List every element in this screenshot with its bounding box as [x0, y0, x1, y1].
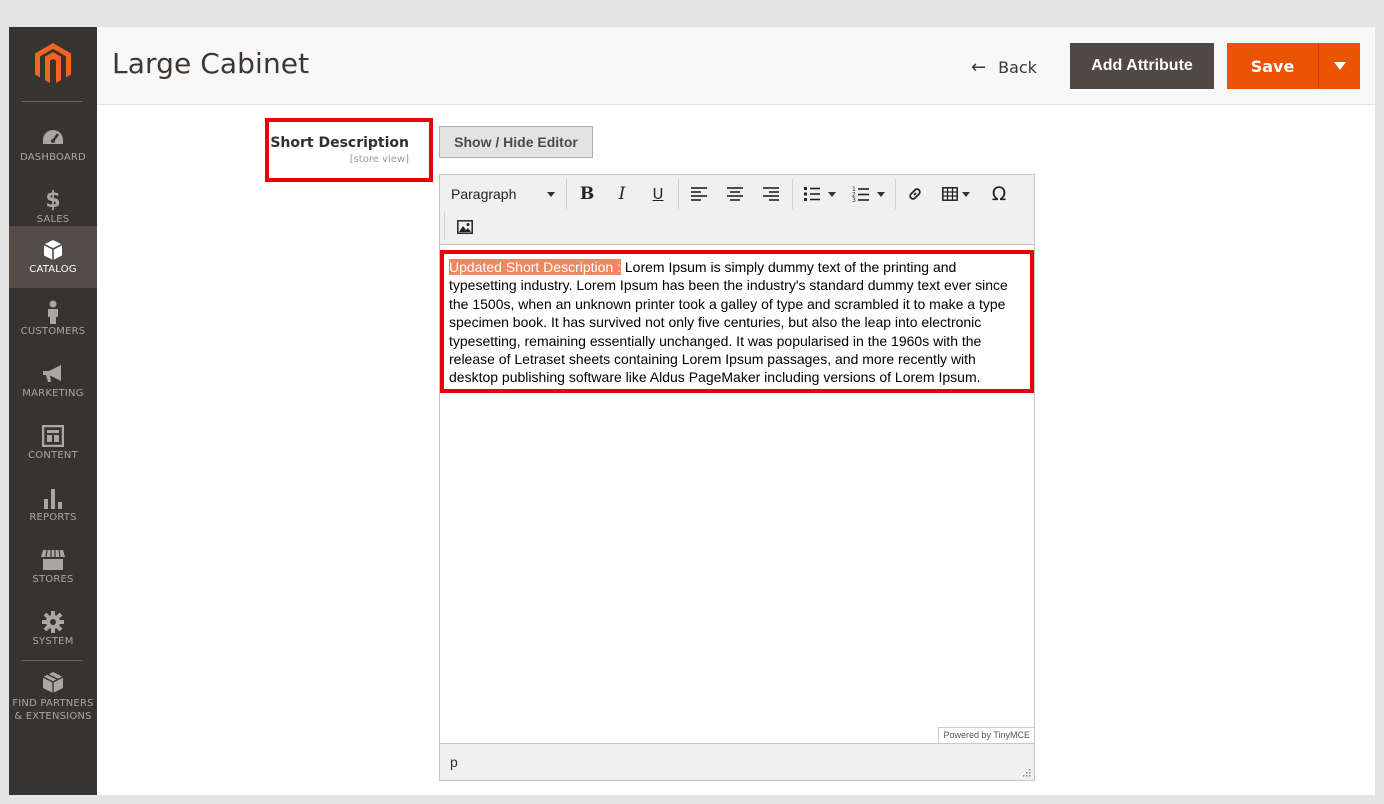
sidebar-item-customers[interactable]: CUSTOMERS: [9, 288, 97, 350]
toolbar-divider: [566, 179, 567, 209]
insert-image-button[interactable]: [450, 212, 480, 242]
align-left-icon: [691, 187, 707, 201]
special-character-button[interactable]: Ω: [984, 179, 1014, 209]
field-label: Short Description: [270, 135, 409, 151]
insert-link-button[interactable]: [900, 179, 930, 209]
magento-logo-icon[interactable]: [35, 43, 71, 85]
admin-sidebar: DASHBOARD $ SALES CATALOG CUSTOMERS MARK…: [9, 27, 97, 795]
omega-icon: Ω: [991, 183, 1007, 205]
save-button[interactable]: Save: [1227, 43, 1319, 89]
sidebar-item-label: FIND PARTNERS & EXTENSIONS: [12, 698, 94, 722]
link-icon: [909, 188, 921, 200]
align-center-icon: [727, 187, 743, 201]
field-scope: [store view]: [349, 154, 409, 165]
toolbar-divider: [678, 179, 679, 209]
sidebar-item-content[interactable]: CONTENT: [9, 412, 97, 474]
admin-window: DASHBOARD $ SALES CATALOG CUSTOMERS MARK…: [9, 27, 1375, 795]
store-icon: [9, 548, 97, 572]
sidebar-item-label: CUSTOMERS: [20, 326, 86, 337]
save-split-button: Save: [1227, 43, 1360, 89]
bullet-list-icon: [804, 187, 820, 201]
italic-button[interactable]: I: [607, 179, 637, 209]
sidebar-item-marketing[interactable]: MARKETING: [9, 350, 97, 412]
sidebar-item-label: MARKETING: [22, 388, 84, 399]
sidebar-item-catalog[interactable]: CATALOG: [9, 226, 97, 288]
chevron-down-icon: [876, 191, 885, 197]
short-description-label-highlight: Short Description [store view]: [265, 118, 433, 182]
svg-text:3: 3: [852, 197, 856, 202]
sidebar-item-label: SYSTEM: [32, 636, 74, 647]
chevron-down-icon: [1333, 62, 1346, 70]
sidebar-item-dashboard[interactable]: DASHBOARD: [9, 114, 97, 176]
powered-by-tinymce[interactable]: Powered by TinyMCE: [938, 727, 1034, 743]
sidebar-item-label: REPORTS: [29, 512, 77, 523]
italic-icon: I: [618, 184, 626, 204]
insert-table-button[interactable]: [936, 179, 976, 209]
underline-button[interactable]: U: [643, 179, 673, 209]
align-left-button[interactable]: [684, 179, 714, 209]
dashboard-icon: [9, 126, 97, 150]
show-hide-editor-button[interactable]: Show / Hide Editor: [439, 126, 593, 158]
editor-statusbar: p: [440, 743, 1034, 780]
align-right-button[interactable]: [756, 179, 786, 209]
underline-icon: U: [652, 185, 664, 203]
toolbar-divider: [444, 212, 445, 240]
back-label: Back: [998, 57, 1037, 77]
page-title: Large Cabinet: [112, 47, 310, 80]
bold-icon: B: [579, 184, 595, 204]
wysiwyg-editor: Paragraph B I U 1 2 3 Ω Updated Short De…: [439, 174, 1035, 781]
sidebar-item-label: STORES: [32, 574, 74, 585]
sidebar-item-label: DASHBOARD: [20, 152, 86, 163]
save-options-toggle[interactable]: [1319, 43, 1360, 89]
bold-button[interactable]: B: [572, 179, 602, 209]
bar-chart-icon: [9, 486, 97, 510]
block-format-select[interactable]: Paragraph: [444, 179, 562, 209]
table-icon: [942, 187, 958, 201]
align-center-button[interactable]: [720, 179, 750, 209]
chevron-down-icon: [962, 191, 970, 197]
element-path[interactable]: p: [450, 754, 458, 770]
editor-body-text: Lorem Ipsum is simply dummy text of the …: [449, 259, 1008, 386]
sidebar-item-label: CONTENT: [28, 450, 78, 461]
block-format-value: Paragraph: [451, 186, 517, 202]
editor-content[interactable]: Updated Short Description : Lorem Ipsum …: [440, 250, 1034, 393]
align-right-icon: [763, 187, 779, 201]
sidebar-item-find-partners[interactable]: FIND PARTNERS & EXTENSIONS: [9, 668, 97, 728]
chevron-down-icon: [828, 191, 836, 197]
selected-text: Updated Short Description :: [449, 259, 621, 275]
toolbar-divider: [792, 179, 793, 209]
editor-toolbar: Paragraph B I U 1 2 3 Ω: [440, 175, 1034, 245]
page-header: Large Cabinet ← Back Add Attribute Save: [97, 27, 1375, 105]
sidebar-item-label: CATALOG: [29, 264, 77, 275]
back-button[interactable]: ← Back: [971, 55, 1037, 79]
arrow-left-icon: ←: [971, 56, 987, 78]
person-icon: [9, 300, 97, 324]
sidebar-item-stores[interactable]: STORES: [9, 536, 97, 598]
resize-handle-icon[interactable]: [1023, 769, 1031, 777]
sidebar-divider: [21, 660, 83, 661]
bullet-list-button[interactable]: [798, 179, 842, 209]
add-attribute-button[interactable]: Add Attribute: [1070, 43, 1214, 89]
chevron-down-icon: [547, 191, 556, 197]
numbered-list-button[interactable]: 123: [846, 179, 890, 209]
boxes-icon: [9, 671, 97, 695]
box-icon: [9, 238, 97, 262]
dollar-icon: $: [45, 187, 61, 213]
layout-icon: [9, 424, 97, 448]
numbered-list-icon: 123: [852, 186, 869, 202]
sidebar-item-label: SALES: [36, 214, 70, 225]
image-icon: [457, 220, 473, 234]
sidebar-item-reports[interactable]: REPORTS: [9, 474, 97, 536]
megaphone-icon: [9, 362, 97, 386]
sidebar-divider: [21, 101, 83, 102]
gear-icon: [9, 610, 97, 634]
sidebar-item-system[interactable]: SYSTEM: [9, 598, 97, 660]
toolbar-divider: [895, 179, 896, 209]
